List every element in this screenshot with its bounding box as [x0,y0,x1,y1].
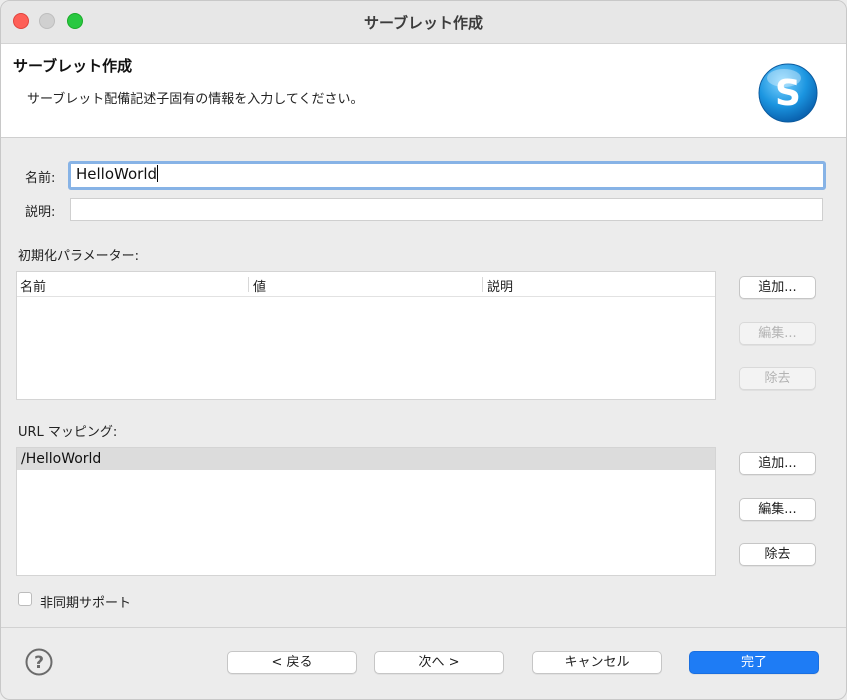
svg-text:S: S [775,73,801,114]
url-mapping-add-button[interactable]: 追加... [739,452,816,475]
async-support-checkbox[interactable] [18,592,32,606]
name-input[interactable]: HelloWorld [68,161,826,190]
column-header-description[interactable]: 説明 [487,276,513,295]
cancel-button[interactable]: キャンセル [532,651,662,674]
svg-text:?: ? [34,653,44,673]
header-banner: サーブレット作成 サーブレット配備記述子固有の情報を入力してください。 S [1,44,846,138]
window-title: サーブレット作成 [363,14,484,32]
next-button[interactable]: 次へ > [374,651,504,674]
column-separator[interactable] [482,277,483,292]
url-mapping-edit-button[interactable]: 編集... [739,498,816,521]
description-input[interactable] [70,198,823,221]
footer-divider [1,627,846,628]
column-separator[interactable] [248,277,249,292]
table-header: 名前 値 説明 [17,272,715,297]
dialog-window: サーブレット作成 サーブレット作成 サーブレット配備記述子固有の情報を入力してく… [0,0,847,700]
description-label: 説明: [25,205,56,220]
init-params-label: 初期化パラメーター: [18,249,139,264]
column-header-name[interactable]: 名前 [20,276,46,295]
finish-button[interactable]: 完了 [689,651,819,674]
back-button[interactable]: < 戻る [227,651,357,674]
page-title: サーブレット作成 [13,57,133,75]
url-mapping-value: /HelloWorld [21,451,102,467]
page-description: サーブレット配備記述子固有の情報を入力してください。 [27,92,364,107]
init-param-add-button[interactable]: 追加... [739,276,816,299]
init-params-table[interactable]: 名前 値 説明 [16,271,716,400]
async-support-label[interactable]: 非同期サポート [40,592,131,611]
help-icon[interactable]: ? [25,648,53,676]
init-param-edit-button[interactable]: 編集... [739,322,816,345]
list-item[interactable]: /HelloWorld [17,448,715,470]
name-input-value: HelloWorld [76,165,159,183]
name-label: 名前: [25,171,56,186]
column-header-value[interactable]: 値 [253,276,266,295]
url-mapping-remove-button[interactable]: 除去 [739,543,816,566]
title-bar: サーブレット作成 [1,1,846,44]
init-param-remove-button[interactable]: 除去 [739,367,816,390]
servlet-logo-icon: S [758,63,818,123]
url-mappings-label: URL マッピング: [18,425,118,440]
url-mappings-list[interactable]: /HelloWorld [16,447,716,576]
